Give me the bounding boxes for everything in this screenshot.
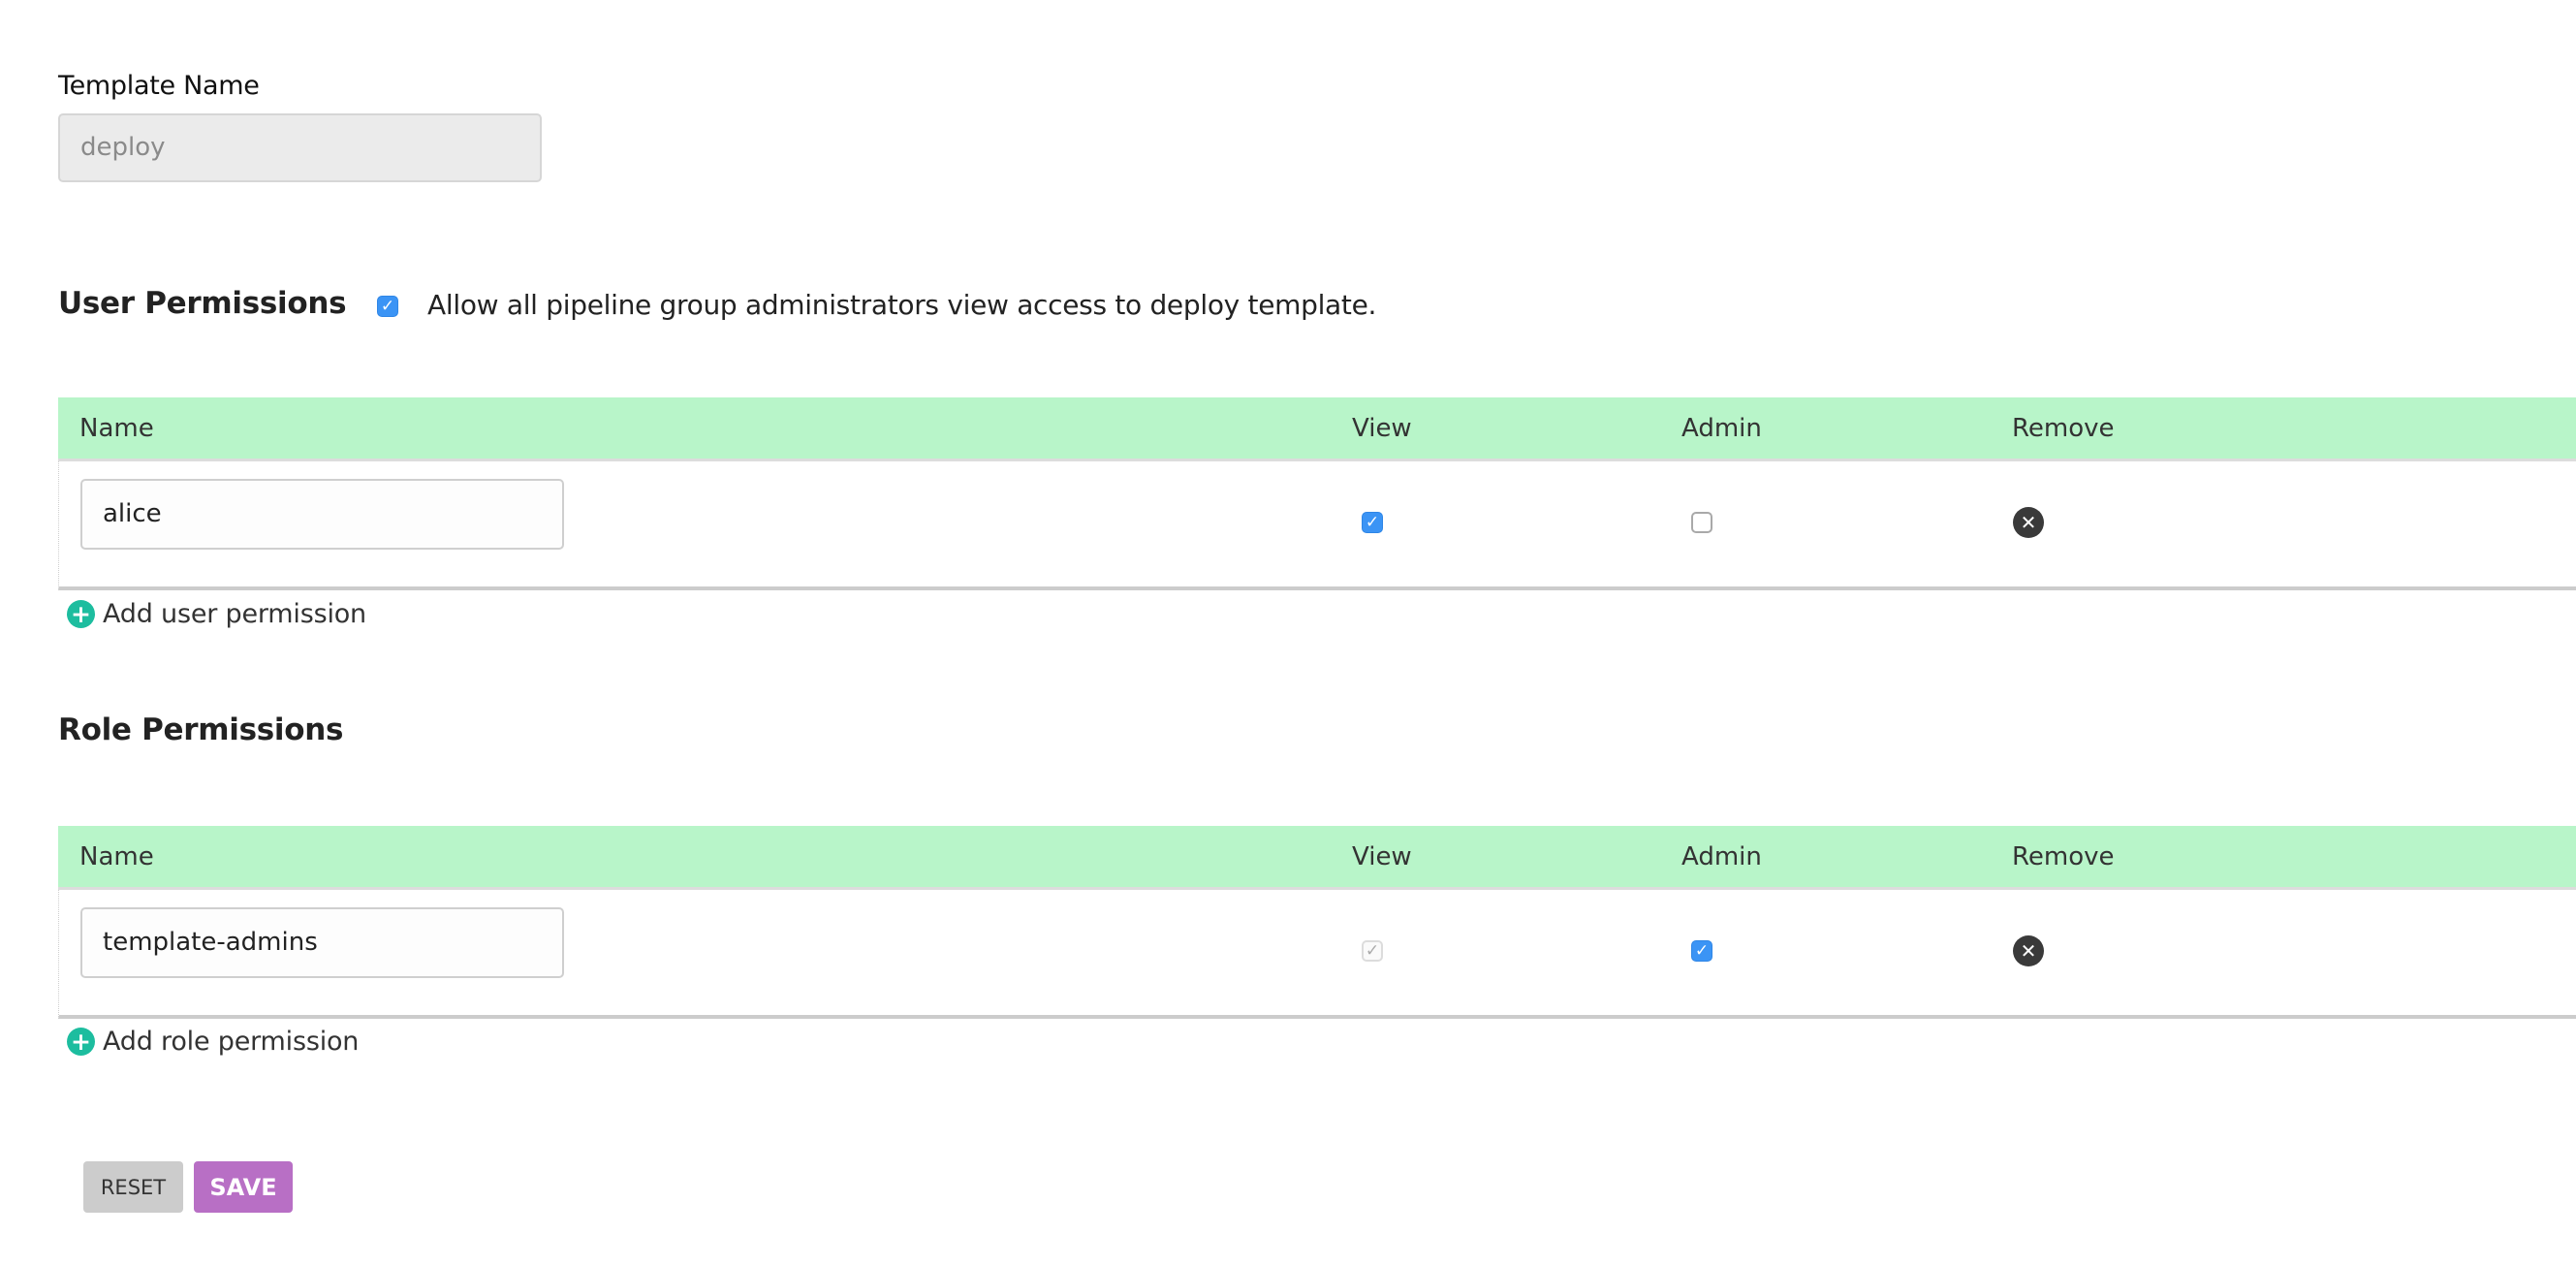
column-header-name: Name — [79, 842, 154, 871]
add-role-permission-label: Add role permission — [103, 1027, 360, 1057]
column-header-view: View — [1352, 414, 1412, 443]
remove-icon[interactable]: ✕ — [2013, 507, 2044, 538]
plus-circle-icon: + — [67, 600, 95, 628]
admin-checkbox[interactable]: ✓ — [1691, 940, 1712, 962]
add-user-permission-button[interactable]: + Add user permission — [67, 599, 366, 629]
plus-circle-icon: + — [67, 1028, 95, 1056]
column-header-name: Name — [79, 414, 154, 443]
close-icon: ✕ — [2020, 939, 2037, 963]
table-header: Name View Admin Remove — [58, 397, 2576, 461]
view-checkbox-disabled: ✓ — [1362, 940, 1383, 962]
template-name-input[interactable]: deploy — [58, 113, 542, 182]
user-permissions-table: Name View Admin Remove alice ✓ ✕ — [58, 397, 2576, 591]
save-button[interactable]: SAVE — [194, 1161, 293, 1213]
column-header-remove: Remove — [2012, 842, 2115, 871]
reset-button[interactable]: RESET — [83, 1161, 183, 1213]
user-name-input[interactable]: alice — [80, 479, 564, 550]
table-header: Name View Admin Remove — [58, 826, 2576, 890]
check-icon: ✓ — [1365, 940, 1380, 961]
role-name-input[interactable]: template-admins — [80, 907, 564, 978]
check-icon: ✓ — [1694, 940, 1710, 961]
add-role-permission-button[interactable]: + Add role permission — [67, 1027, 359, 1057]
admin-checkbox[interactable] — [1691, 512, 1712, 533]
template-name-label: Template Name — [58, 71, 260, 101]
check-icon: ✓ — [1365, 512, 1380, 532]
remove-icon[interactable]: ✕ — [2013, 935, 2044, 966]
table-row: alice ✓ ✕ — [58, 461, 2576, 590]
check-icon: ✓ — [380, 296, 395, 316]
view-checkbox[interactable]: ✓ — [1362, 512, 1383, 533]
column-header-admin: Admin — [1681, 414, 1762, 443]
column-header-view: View — [1352, 842, 1412, 871]
close-icon: ✕ — [2020, 511, 2037, 534]
add-user-permission-label: Add user permission — [103, 599, 366, 629]
allow-admins-view-label: Allow all pipeline group administrators … — [427, 289, 1377, 321]
table-row: template-admins ✓ ✓ ✕ — [58, 890, 2576, 1019]
role-permissions-heading: Role Permissions — [58, 712, 344, 747]
role-permissions-table: Name View Admin Remove template-admins ✓… — [58, 826, 2576, 1020]
column-header-admin: Admin — [1681, 842, 1762, 871]
allow-admins-view-checkbox[interactable]: ✓ — [377, 296, 398, 317]
user-permissions-heading: User Permissions — [58, 286, 347, 321]
column-header-remove: Remove — [2012, 414, 2115, 443]
